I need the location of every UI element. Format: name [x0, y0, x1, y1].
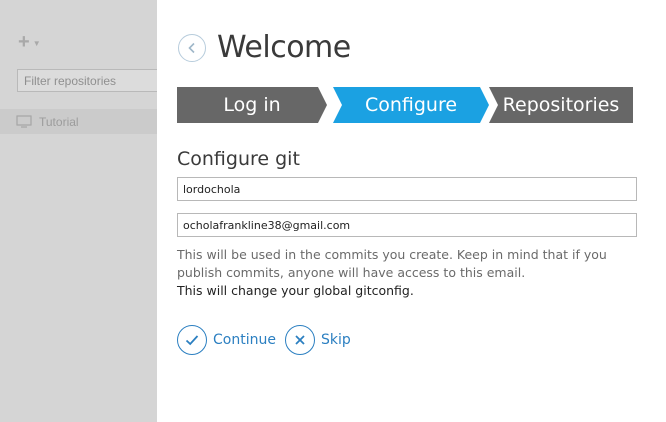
filter-repositories-input[interactable]	[17, 69, 162, 92]
chevron-down-icon: ▼	[32, 38, 41, 48]
back-button[interactable]	[178, 34, 206, 62]
repository-item-label: Tutorial	[39, 114, 79, 129]
check-icon	[177, 325, 207, 355]
continue-label: Continue	[213, 332, 276, 348]
git-email-field[interactable]	[177, 213, 637, 237]
continue-button[interactable]: Continue	[177, 325, 276, 355]
app-window: + ▼ Tutorial Welcome Log in Configure	[0, 0, 666, 422]
sidebar: + ▼ Tutorial	[0, 0, 162, 422]
action-bar: Continue Skip	[177, 325, 351, 355]
git-name-field[interactable]	[177, 177, 637, 201]
skip-button[interactable]: Skip	[284, 325, 351, 355]
close-icon	[284, 325, 315, 355]
add-repository-button[interactable]: + ▼	[18, 32, 46, 52]
help-text-commits: This will be used in the commits you cre…	[177, 247, 607, 280]
help-text-gitconfig: This will change your global gitconfig.	[177, 283, 414, 298]
help-text: This will be used in the commits you cre…	[177, 246, 637, 300]
page-title: Welcome	[217, 30, 351, 65]
chevron-left-icon	[188, 42, 195, 54]
monitor-icon	[16, 115, 32, 128]
skip-label: Skip	[320, 332, 351, 348]
step-label: Repositories	[502, 94, 620, 116]
step-label: Configure	[364, 94, 458, 116]
wizard-steps: Log in Configure Repositories	[177, 87, 633, 123]
step-configure[interactable]: Configure	[333, 87, 489, 123]
welcome-panel: Welcome Log in Configure Repositories Co…	[157, 0, 666, 422]
plus-icon: +	[18, 31, 30, 53]
step-log-in[interactable]: Log in	[177, 87, 327, 123]
repository-item-tutorial[interactable]: Tutorial	[0, 109, 157, 134]
step-label: Log in	[223, 94, 281, 116]
step-repositories[interactable]: Repositories	[489, 87, 633, 123]
section-title: Configure git	[177, 148, 300, 170]
